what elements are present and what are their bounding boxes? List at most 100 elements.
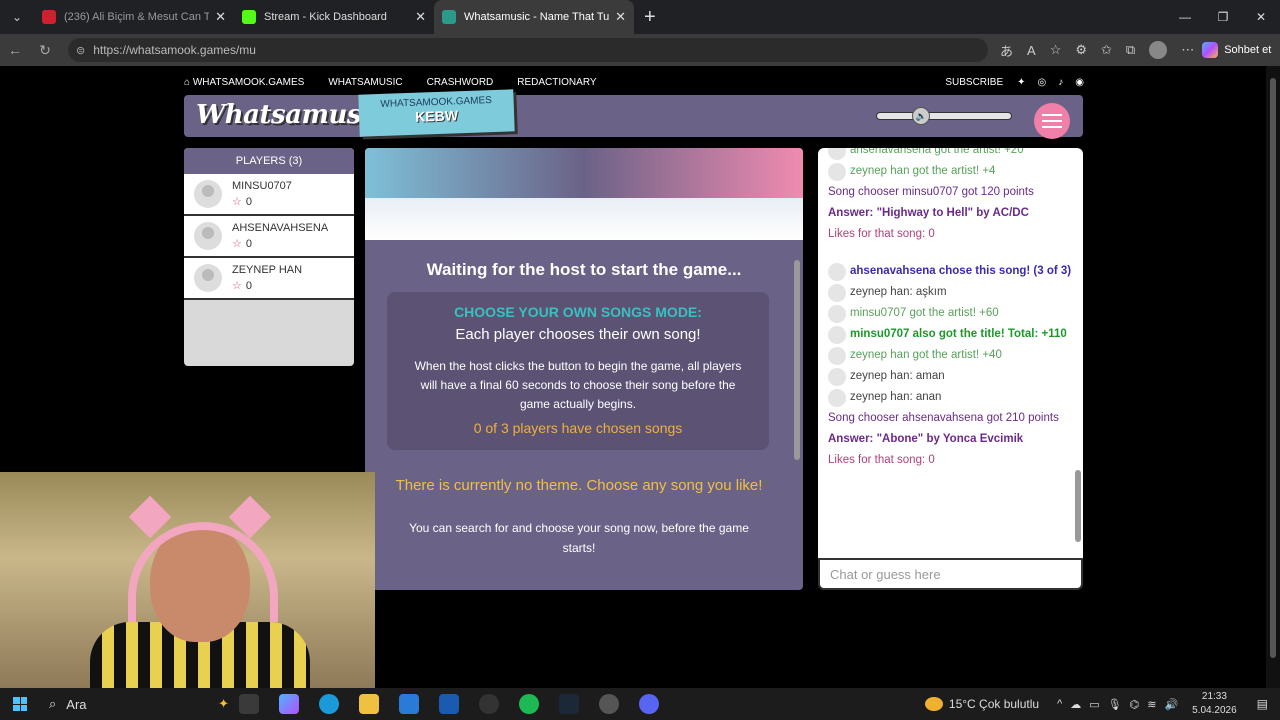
tab-youtube[interactable]: (236) Ali Biçim & Mesut Can Tomay ✕ [34,0,234,34]
translate-icon[interactable]: あ [1000,41,1013,60]
volume-slider[interactable]: 🔈 [876,107,1012,125]
nav-crashword-link[interactable]: CRASHWORD [427,77,494,88]
hamburger-menu-button[interactable] [1034,103,1070,139]
twitter-icon[interactable]: ✦ [1017,77,1025,88]
chevron-up-icon[interactable]: ^ [1057,698,1062,711]
chat-message: ahsenavahsena got the artist! +20 [818,148,1083,160]
tiktok-icon[interactable]: ♪ [1058,77,1063,88]
chat-panel: ahsenavahsena got the artist! +20 zeynep … [818,148,1083,558]
chat-message-text: zeynep han: anan [850,391,942,403]
weather-widget[interactable]: 15°C Çok bulutlu [924,697,1040,711]
star-icon: ☆ [232,238,242,250]
cat-ears-icon [128,495,272,542]
chat-message-text: zeynep han got the artist! +4 [850,165,996,177]
tab-title: (236) Ali Biçim & Mesut Can Tomay [64,11,210,23]
chat-avatar [828,148,846,160]
url-text: https://whatsamook.games/mu [93,43,256,57]
cloud-icon[interactable]: ☁ [1070,698,1081,711]
subscribe-link[interactable]: SUBSCRIBE [945,77,1003,88]
address-bar-row: ← ↻ ⊜ https://whatsamook.games/mu あ A ☆ … [0,34,1280,66]
chat-spacer [818,246,1083,260]
nav-whatsamusic-link[interactable]: WHATSAMUSIC [328,77,402,88]
task-view-icon[interactable] [239,694,259,714]
favorites-icon[interactable]: ✩ [1101,42,1112,58]
read-aloud-icon[interactable]: A [1027,43,1036,58]
sparkle-icon: ✦ [218,696,229,711]
chat-scrollbar[interactable] [1075,152,1081,552]
network-icon[interactable]: ⌬ [1130,698,1140,711]
star-icon: ☆ [232,196,242,208]
page-scrollbar[interactable] [1266,66,1280,688]
refresh-icon[interactable]: ↻ [30,42,60,59]
copilot-button[interactable]: Sohbet et [1202,42,1271,58]
chat-message: zeynep han: anan [818,388,1083,407]
chat-message-text: Likes for that song: 0 [828,228,935,240]
notification-icon[interactable]: ▤ [1257,697,1268,711]
close-tab-icon[interactable]: ✕ [215,9,226,25]
wifi-icon[interactable]: ≋ [1147,698,1156,711]
mic-icon[interactable]: 🎙 [1108,698,1122,711]
url-field[interactable]: ⊜ https://whatsamook.games/mu [68,38,988,62]
chat-message: zeynep han: aşkım [818,283,1083,302]
profile-avatar[interactable] [1149,41,1168,59]
tray-icons: ^ ☁ ▭ 🎙 ⌬ ≋ 🔊 [1057,698,1178,711]
chat-message: zeynep han got the artist! +4 [818,162,1083,181]
spotify-icon[interactable] [519,694,539,714]
player-score: ☆ 0 [232,238,252,250]
outlook-icon[interactable] [439,694,459,714]
taskbar-search[interactable]: ⌕ Ara ✦ [49,696,229,712]
steam-icon[interactable] [559,694,579,714]
store-icon[interactable] [399,694,419,714]
tab-whatsamusic[interactable]: Whatsamusic - Name That Tune, O ✕ [434,0,634,34]
whatsamook-favicon-icon [442,10,456,24]
theme-message: There is currently no theme. Choose any … [395,477,763,494]
close-tab-icon[interactable]: ✕ [415,9,426,25]
whatsamusic-logo[interactable]: Whatsamusic [196,100,386,130]
minimize-icon[interactable]: — [1166,0,1204,34]
settings-icon[interactable] [599,694,619,714]
tab-list-dropdown-icon[interactable]: ⌄ [0,0,34,34]
chat-message-text: Answer: "Highway to Hell" by AC/DC [828,207,1029,219]
battery-icon[interactable]: ▭ [1089,698,1099,711]
game-scrollbar[interactable] [793,240,801,590]
player-row: ZEYNEP HAN ☆ 0 [184,258,354,300]
back-icon[interactable]: ← [0,42,30,58]
new-tab-icon[interactable]: + [644,6,656,29]
chat-message: Answer: "Abone" by Yonca Evcimik [818,430,1083,449]
favorite-star-icon[interactable]: ☆ [1050,42,1062,58]
player-row: AHSENAVAHSENA ☆ 0 [184,216,354,258]
nav-home-link[interactable]: ⌂ WHATSAMOOK.GAMES [184,77,304,88]
players-panel: PLAYERS (3) MINSU0707 ☆ 0 AHSENAVAHSENA ☆… [184,148,354,366]
volume-icon[interactable]: 🔊 [1164,698,1178,711]
instagram-icon[interactable]: ◎ [1038,77,1047,88]
taskbar-search-label: Ara [66,696,87,712]
extensions-icon[interactable]: ⚙ [1075,42,1087,58]
discord-app-icon[interactable] [639,694,659,714]
edge-icon[interactable] [319,694,339,714]
close-window-icon[interactable]: ✕ [1242,0,1280,34]
collections-icon[interactable]: ⧉ [1126,42,1135,58]
chat-message: zeynep han: aman [818,367,1083,386]
search-note: You can search for and choose your song … [409,521,749,555]
close-tab-icon[interactable]: ✕ [615,9,626,25]
chat-message-text: minsu0707 got the artist! +60 [850,307,999,319]
clock[interactable]: 21:33 5.04.2026 [1192,690,1237,718]
chat-avatar [828,326,846,344]
volume-knob-icon[interactable]: 🔈 [912,107,931,125]
obs-icon[interactable] [479,694,499,714]
chat-input[interactable]: Chat or guess here [818,558,1083,590]
discord-icon[interactable]: ◉ [1075,77,1084,88]
more-icon[interactable]: ⋯ [1181,42,1194,58]
windows-start-icon[interactable] [13,697,27,711]
window-controls: — ❐ ✕ [1166,0,1280,34]
copilot-app-icon[interactable] [279,694,299,714]
weather-text: 15°C Çok bulutlu [948,697,1040,711]
tab-title: Whatsamusic - Name That Tune, O [464,11,610,23]
tab-kick[interactable]: Stream - Kick Dashboard ✕ [234,0,434,34]
site-info-icon[interactable]: ⊜ [76,44,85,57]
file-explorer-icon[interactable] [359,694,379,714]
maximize-icon[interactable]: ❐ [1204,0,1242,34]
youtube-favicon-icon [42,10,56,24]
taskbar: ⌕ Ara ✦ 15°C Çok bulutlu ^ ☁ ▭ 🎙 ⌬ ≋ 🔊 2… [0,688,1280,720]
nav-redactionary-link[interactable]: REDACTIONARY [517,77,596,88]
